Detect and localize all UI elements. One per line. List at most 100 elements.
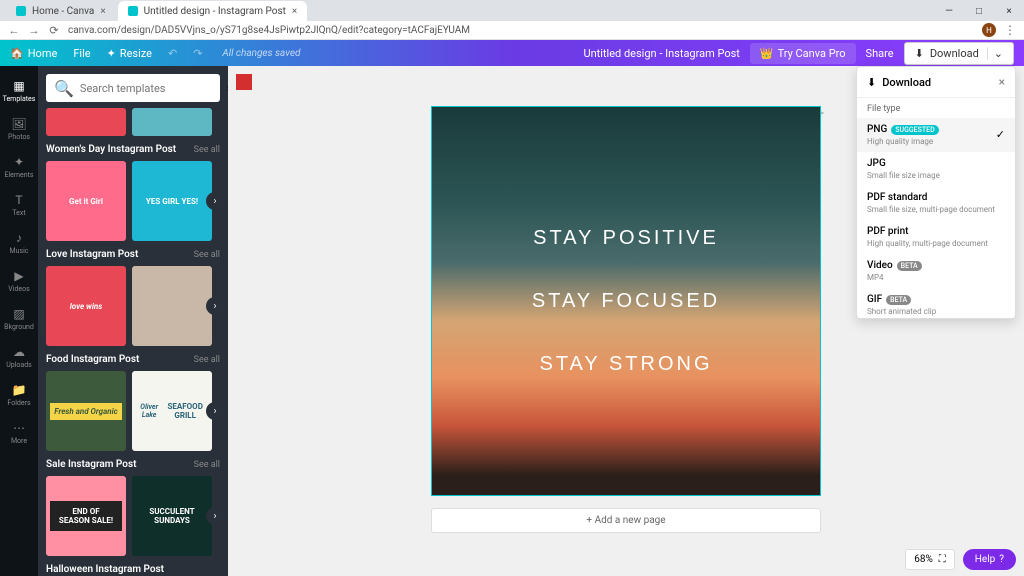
zoom-control[interactable]: 68%⛶: [905, 549, 955, 570]
template-card[interactable]: SUCCULENT SUNDAYS: [132, 476, 212, 556]
search-input[interactable]: [80, 82, 220, 95]
document-title[interactable]: Untitled design - Instagram Post: [583, 47, 739, 60]
profile-avatar[interactable]: H: [982, 23, 996, 37]
help-icon: ?: [999, 554, 1004, 565]
side-rail: ▦Templates 🖼Photos ✦Elements TText ♪Musi…: [0, 66, 38, 576]
file-menu[interactable]: File: [73, 47, 90, 60]
rail-photos[interactable]: 🖼Photos: [1, 112, 37, 146]
chevron-down-icon[interactable]: ⌄: [987, 47, 1003, 60]
see-all-link[interactable]: See all: [194, 250, 220, 260]
forward-icon[interactable]: →: [28, 24, 40, 36]
music-icon: ♪: [12, 231, 26, 245]
file-type-option-png[interactable]: PNGSUGGESTED High quality image ✓: [857, 118, 1015, 152]
bottom-controls: 68%⛶ Help?: [905, 549, 1016, 570]
file-type-option-pdf-print[interactable]: PDF print High quality, multi-page docum…: [857, 220, 1015, 254]
address-bar: ← → ⟳ canva.com/design/DAD5VVjns_o/yS71g…: [0, 21, 1024, 39]
canvas-text-line[interactable]: STAY FOCUSED: [532, 290, 720, 313]
rail-templates[interactable]: ▦Templates: [1, 74, 37, 108]
template-section: Sale Instagram Post See all END OF SEASON…: [46, 459, 220, 556]
see-all-link[interactable]: See all: [194, 145, 220, 155]
template-card[interactable]: END OF SEASON SALE!: [46, 476, 126, 556]
reload-icon[interactable]: ⟳: [48, 24, 60, 36]
download-button[interactable]: ⬇ Download ⌄: [904, 42, 1014, 65]
section-title: Love Instagram Post: [46, 249, 138, 260]
rail-elements[interactable]: ✦Elements: [1, 150, 37, 184]
maximize-button[interactable]: □: [964, 0, 994, 22]
see-all-link[interactable]: See all: [194, 355, 220, 365]
template-card[interactable]: Oliver LakeSEAFOOD GRILL: [132, 371, 212, 451]
photos-icon: 🖼: [12, 117, 26, 131]
redo-icon[interactable]: ↷: [193, 47, 202, 60]
next-arrow-icon[interactable]: ›: [206, 297, 224, 315]
menu-icon[interactable]: ⋮: [1004, 23, 1016, 37]
tab-bar: Home - Canva × Untitled design - Instagr…: [0, 0, 1024, 21]
browser-tab[interactable]: Home - Canva ×: [6, 1, 116, 21]
search-icon: 🔍: [54, 79, 74, 98]
rail-more[interactable]: ⋯More: [1, 416, 37, 450]
template-card[interactable]: YES GIRL YES!: [132, 161, 212, 241]
close-button[interactable]: ×: [994, 0, 1024, 22]
close-icon[interactable]: ×: [999, 75, 1005, 89]
template-card[interactable]: [132, 266, 212, 346]
section-title: Halloween Instagram Post: [46, 564, 164, 575]
canvas-text-line[interactable]: STAY STRONG: [539, 353, 712, 376]
download-icon: ⬇: [867, 76, 876, 89]
rail-uploads[interactable]: ☁Uploads: [1, 340, 37, 374]
fullscreen-icon[interactable]: ⛶: [939, 554, 946, 565]
save-status: All changes saved: [202, 48, 583, 59]
rail-music[interactable]: ♪Music: [1, 226, 37, 260]
close-icon[interactable]: ×: [100, 6, 105, 17]
rail-folders[interactable]: 📁Folders: [1, 378, 37, 412]
videos-icon: ▶: [12, 269, 26, 283]
download-panel: ⬇Download × File type PNGSUGGESTED High …: [856, 66, 1016, 319]
check-icon: ✓: [996, 128, 1005, 141]
tab-title: Home - Canva: [32, 6, 94, 17]
canva-favicon: [128, 6, 138, 16]
rail-text[interactable]: TText: [1, 188, 37, 222]
file-type-options: PNGSUGGESTED High quality image ✓ JPG Sm…: [857, 118, 1015, 318]
add-page-button[interactable]: + Add a new page: [431, 508, 821, 533]
search-box: 🔍 ⚙: [46, 74, 220, 102]
file-type-option-gif[interactable]: GIFBETA Short animated clip: [857, 288, 1015, 318]
template-section: Food Instagram Post See all Fresh and Org…: [46, 354, 220, 451]
template-card[interactable]: Get it Girl: [46, 161, 126, 241]
color-swatch[interactable]: [236, 74, 252, 90]
file-type-option-jpg[interactable]: JPG Small file size image: [857, 152, 1015, 186]
try-pro-button[interactable]: 👑 Try Canva Pro: [750, 43, 856, 64]
template-card[interactable]: [46, 108, 126, 136]
templates-icon: ▦: [12, 79, 26, 93]
file-type-option-video[interactable]: VideoBETA MP4: [857, 254, 1015, 288]
tab-title: Untitled design - Instagram Post: [144, 6, 286, 17]
template-section: Halloween Instagram Post: [46, 564, 220, 575]
file-type-option-pdf-standard[interactable]: PDF standard Small file size, multi-page…: [857, 186, 1015, 220]
home-button[interactable]: 🏠 Home: [10, 47, 57, 60]
browser-tab-active[interactable]: Untitled design - Instagram Post ×: [118, 1, 308, 21]
template-section: Women's Day Instagram PostSee all Get it…: [46, 144, 220, 241]
template-card[interactable]: love wins: [46, 266, 126, 346]
section-title: Food Instagram Post: [46, 354, 139, 365]
rail-videos[interactable]: ▶Videos: [1, 264, 37, 298]
template-card[interactable]: Fresh and Organic: [46, 371, 126, 451]
section-title: Sale Instagram Post: [46, 459, 136, 470]
next-arrow-icon[interactable]: ›: [206, 402, 224, 420]
file-type-label: File type: [857, 98, 1015, 118]
back-icon[interactable]: ←: [8, 24, 20, 36]
canvas-text-line[interactable]: STAY POSITIVE: [533, 227, 719, 250]
design-canvas[interactable]: STAY POSITIVE STAY FOCUSED STAY STRONG: [431, 106, 821, 496]
undo-icon[interactable]: ↶: [168, 47, 177, 60]
close-icon[interactable]: ×: [292, 6, 297, 17]
rail-background[interactable]: ▨Bkground: [1, 302, 37, 336]
help-button[interactable]: Help?: [963, 549, 1016, 570]
background-icon: ▨: [12, 307, 26, 321]
see-all-link[interactable]: See all: [194, 460, 220, 470]
url-text[interactable]: canva.com/design/DAD5VVjns_o/yS71g8se4Js…: [68, 25, 974, 36]
more-icon: ⋯: [12, 421, 26, 435]
template-card[interactable]: [132, 108, 212, 136]
minimize-button[interactable]: —: [934, 0, 964, 22]
download-icon: ⬇: [915, 47, 924, 60]
next-arrow-icon[interactable]: ›: [206, 507, 224, 525]
share-button[interactable]: Share: [866, 47, 894, 60]
next-arrow-icon[interactable]: ›: [206, 192, 224, 210]
download-panel-header: ⬇Download ×: [857, 67, 1015, 98]
resize-button[interactable]: ✦ Resize: [107, 47, 152, 60]
